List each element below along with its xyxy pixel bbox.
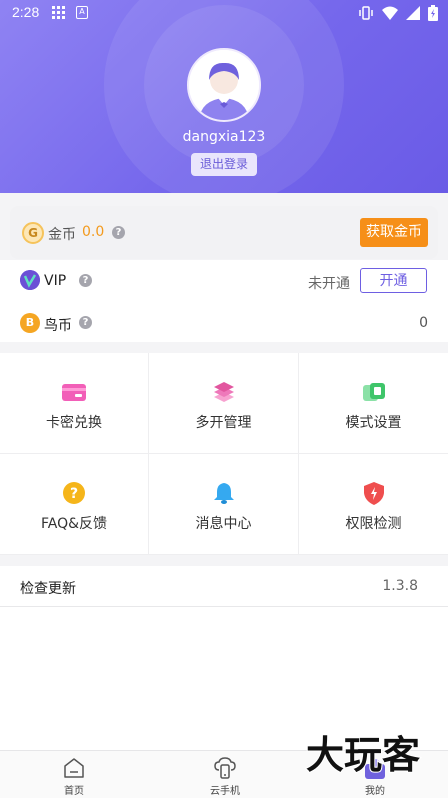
question-icon: ? — [63, 482, 85, 504]
nav-item-cloud-phone[interactable]: 云手机 — [185, 751, 265, 798]
open-vip-button[interactable]: 开通 — [360, 268, 427, 293]
bird-coin-value: 0 — [419, 315, 428, 331]
vip-help-icon[interactable]: ? — [79, 274, 92, 287]
card-redeem-icon — [62, 384, 86, 401]
grid-item-faq[interactable]: ? FAQ&反馈 — [0, 454, 149, 555]
status-icons — [358, 5, 438, 21]
gold-coin-icon: G — [22, 222, 44, 244]
nav-label: 云手机 — [210, 786, 240, 797]
nav-item-home[interactable]: 首页 — [34, 751, 114, 798]
grid-item-label: 权限检测 — [345, 516, 402, 532]
grid-item-label: 模式设置 — [345, 415, 402, 431]
cloud-phone-icon — [214, 757, 236, 779]
home-icon — [64, 758, 84, 778]
grid-item-messages[interactable]: 消息中心 — [149, 454, 299, 555]
coin-help-icon[interactable]: ? — [112, 226, 125, 239]
profile-header: 2:28 A dangxia123 退出登录 — [0, 0, 448, 193]
username: dangxia123 — [182, 129, 266, 145]
shield-icon — [363, 482, 384, 505]
watermark-logo: 大玩客 — [305, 732, 421, 776]
logout-button[interactable]: 退出登录 — [191, 153, 257, 176]
vibrate-icon — [359, 6, 373, 20]
user-avatar-icon — [189, 50, 259, 120]
svg-text:大玩客: 大玩客 — [306, 733, 420, 776]
grid-item-permission-check[interactable]: 权限检测 — [299, 454, 448, 555]
grid-item-card-redeem[interactable]: 卡密兑换 — [0, 353, 149, 454]
feature-grid: 卡密兑换 多开管理 模式设置 ? FAQ&反馈 消息中心 权限检测 — [0, 353, 448, 555]
bird-coin-label: 鸟币 — [44, 318, 72, 334]
nav-label: 首页 — [64, 786, 84, 797]
get-coins-button[interactable]: 获取金币 — [360, 218, 428, 247]
bell-icon — [213, 483, 234, 504]
signal-icon — [406, 6, 420, 20]
battery-icon — [428, 5, 438, 21]
layers-icon — [213, 382, 234, 402]
notification-a-icon: A — [76, 6, 88, 19]
vip-label: VIP — [44, 273, 67, 289]
coin-card: G 金币 0.0 ? 获取金币 — [10, 206, 438, 259]
grid-item-label: 消息中心 — [195, 516, 252, 532]
status-bar: 2:28 A — [0, 0, 448, 26]
vip-icon — [20, 270, 40, 290]
grid-item-mode-settings[interactable]: 模式设置 — [299, 353, 448, 454]
vip-status: 未开通 — [308, 276, 350, 292]
nav-label: 我的 — [365, 786, 385, 797]
grid-item-label: 卡密兑换 — [46, 415, 102, 431]
grid-icon — [52, 6, 65, 19]
bird-coin-help-icon[interactable]: ? — [79, 316, 92, 329]
coin-label: 金币 — [48, 227, 76, 243]
coin-value: 0.0 — [82, 224, 105, 240]
check-update-label: 检查更新 — [20, 581, 76, 597]
grid-item-label: 多开管理 — [195, 415, 252, 431]
check-update-row[interactable]: 检查更新 1.3.8 — [0, 566, 448, 607]
wifi-icon — [382, 6, 398, 20]
grid-item-multi-open[interactable]: 多开管理 — [149, 353, 299, 454]
svg-text:?: ? — [70, 486, 78, 502]
avatar[interactable] — [187, 48, 261, 122]
grid-item-label: FAQ&反馈 — [40, 516, 108, 532]
app-version: 1.3.8 — [382, 578, 418, 594]
bird-coin-icon: B — [20, 313, 40, 333]
status-time: 2:28 — [12, 4, 40, 20]
mode-icon — [362, 383, 385, 401]
